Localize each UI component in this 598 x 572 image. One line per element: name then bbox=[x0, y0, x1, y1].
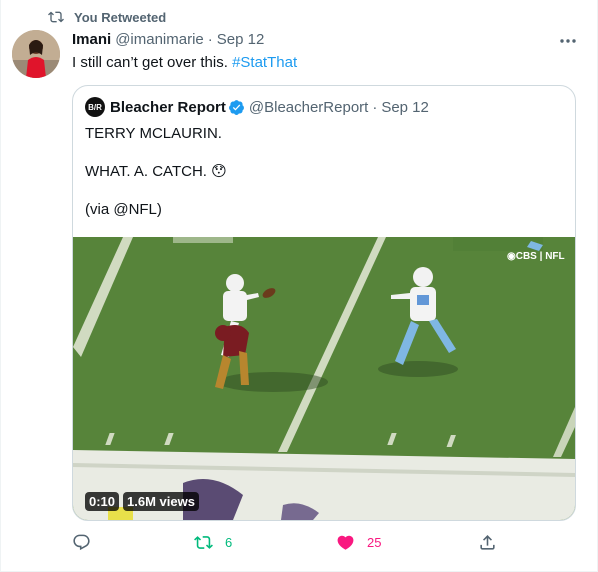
quoted-avatar: B/R bbox=[85, 97, 105, 117]
avatar[interactable] bbox=[12, 30, 60, 78]
action-bar: 6 25 bbox=[72, 533, 502, 557]
quoted-date: Sep 12 bbox=[381, 98, 429, 116]
quoted-tweet[interactable]: B/R Bleacher Report @BleacherReport · Se… bbox=[72, 85, 576, 521]
quoted-line-1: TERRY MCLAURIN. bbox=[85, 125, 222, 142]
author-handle[interactable]: @imanimarie bbox=[115, 31, 204, 48]
verified-badge-icon bbox=[228, 99, 244, 115]
avatar-photo bbox=[12, 30, 60, 78]
reply-icon bbox=[73, 534, 90, 551]
reply-button[interactable] bbox=[72, 533, 103, 552]
separator: · bbox=[207, 31, 213, 48]
video-watermark: ◉CBS | NFL bbox=[507, 251, 565, 262]
share-button[interactable] bbox=[478, 533, 497, 552]
tweet-text: I still can’t get over this. #StatThat bbox=[72, 53, 297, 73]
video-thumbnail: ◉CBS | NFL bbox=[73, 237, 575, 520]
retweet-count: 6 bbox=[225, 535, 233, 550]
quoted-separator: · bbox=[372, 98, 378, 116]
retweet-icon bbox=[194, 536, 213, 549]
left-border bbox=[0, 0, 1, 572]
video-player[interactable]: ◉CBS | NFL 0:10 1.6M views bbox=[73, 237, 575, 520]
quoted-tweet-header: B/R Bleacher Report @BleacherReport · Se… bbox=[85, 97, 429, 117]
quoted-line-2: WHAT. A. CATCH. 😯 bbox=[85, 163, 227, 180]
tweet-body: I still can’t get over this. bbox=[72, 54, 233, 71]
tweet-date[interactable]: Sep 12 bbox=[217, 31, 265, 48]
quoted-author-handle: @BleacherReport bbox=[248, 98, 369, 116]
share-icon bbox=[480, 535, 495, 550]
retweet-context-label[interactable]: You Retweeted bbox=[74, 10, 166, 25]
retweet-icon bbox=[48, 11, 64, 23]
more-options-button[interactable] bbox=[556, 31, 580, 51]
retweet-context: You Retweeted bbox=[48, 9, 166, 25]
video-views: 1.6M views bbox=[123, 492, 199, 511]
quoted-author-name: Bleacher Report bbox=[110, 98, 226, 116]
video-duration: 0:10 bbox=[85, 492, 120, 511]
quoted-avatar-logo: B/R bbox=[88, 102, 102, 112]
author-name[interactable]: Imani bbox=[72, 31, 111, 48]
retweet-button[interactable]: 6 bbox=[194, 533, 232, 552]
tweet-header: Imani @imanimarie · Sep 12 bbox=[72, 31, 264, 48]
like-button[interactable]: 25 bbox=[336, 533, 381, 552]
heart-icon bbox=[337, 535, 354, 550]
more-icon bbox=[560, 39, 576, 43]
quoted-line-3: (via @NFL) bbox=[85, 201, 162, 218]
like-count: 25 bbox=[367, 535, 382, 550]
hashtag-link[interactable]: #StatThat bbox=[232, 54, 297, 71]
video-badges: 0:10 1.6M views bbox=[85, 492, 203, 511]
